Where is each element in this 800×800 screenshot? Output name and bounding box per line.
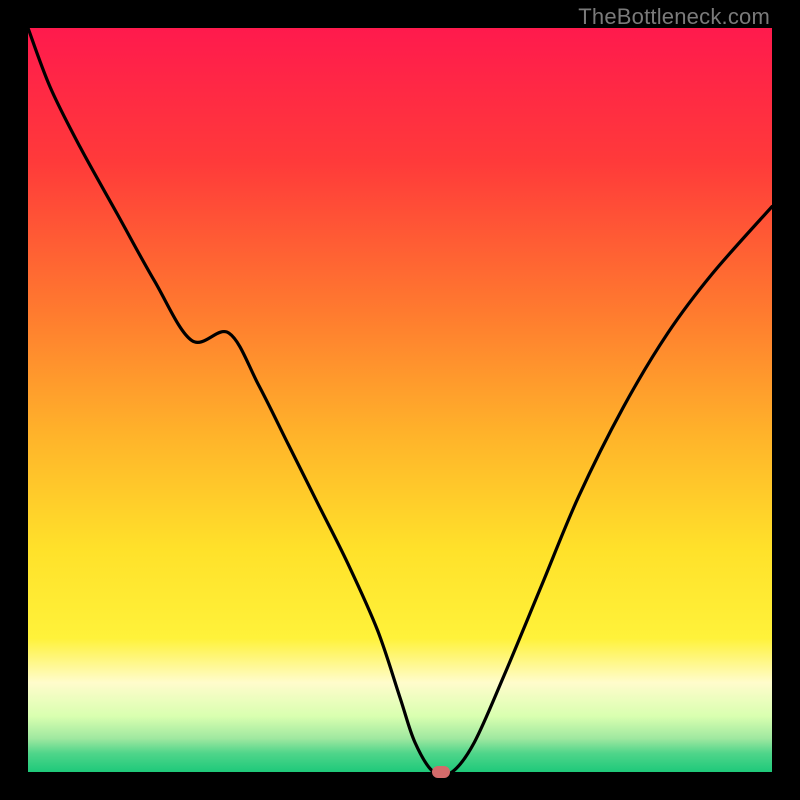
- curve-layer: [28, 28, 772, 772]
- watermark-text: TheBottleneck.com: [578, 4, 770, 30]
- minimum-marker: [432, 766, 450, 778]
- bottleneck-curve: [28, 28, 772, 772]
- chart-frame: { "watermark": "TheBottleneck.com", "cha…: [0, 0, 800, 800]
- plot-area: [28, 28, 772, 772]
